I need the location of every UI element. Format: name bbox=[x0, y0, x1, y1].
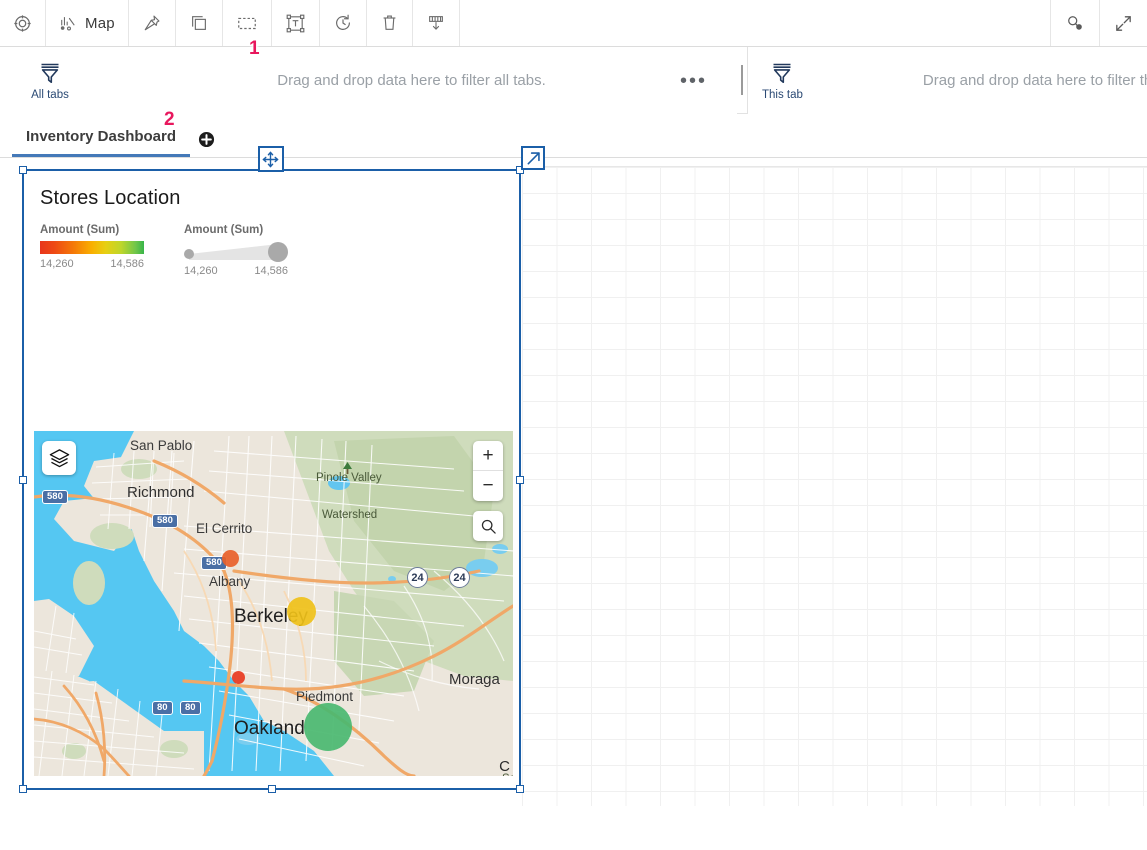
resize-handle-top-left[interactable] bbox=[19, 166, 27, 174]
legend-color-ticks: 14,260 14,586 bbox=[40, 258, 144, 270]
legend-color-min: 14,260 bbox=[40, 258, 74, 270]
dashboard-tab-bar: Inventory Dashboard bbox=[0, 114, 1147, 158]
legend-color-amount[interactable]: Amount (Sum) 14,260 14,586 bbox=[40, 224, 166, 277]
arrow-out-icon bbox=[526, 151, 541, 166]
store-marker-el-cerrito[interactable] bbox=[222, 550, 239, 567]
filter-shelf: All tabs Drag and drop data here to filt… bbox=[0, 47, 1147, 114]
map-layers-button[interactable] bbox=[42, 441, 76, 475]
divider-grip-icon bbox=[741, 65, 743, 95]
this-tab-filter-button[interactable]: This tab bbox=[762, 60, 803, 101]
all-tabs-drop-text: Drag and drop data here to filter all ta… bbox=[277, 72, 546, 89]
store-marker-emeryville[interactable] bbox=[232, 671, 245, 684]
filter-shelf-divider[interactable] bbox=[737, 47, 747, 113]
filter-zone-all-tabs[interactable]: All tabs Drag and drop data here to filt… bbox=[0, 47, 737, 114]
legend-color-ramp bbox=[40, 241, 144, 254]
highway-shield: 80 bbox=[180, 701, 201, 715]
dashboard-canvas[interactable]: Stores Location Amount (Sum) 14,260 14,5… bbox=[0, 146, 1147, 850]
chart-sparkline-icon bbox=[59, 14, 79, 33]
logo-button[interactable] bbox=[0, 0, 46, 46]
size-ramp-max-dot bbox=[268, 242, 288, 262]
plus-circle-icon bbox=[198, 131, 215, 148]
delete-button[interactable] bbox=[367, 0, 413, 46]
add-tab-button[interactable] bbox=[198, 131, 215, 148]
all-tabs-more-button[interactable]: ••• bbox=[680, 71, 707, 91]
map-zoom-out-button[interactable]: − bbox=[473, 471, 503, 501]
all-tabs-filter-label: All tabs bbox=[31, 89, 69, 101]
highway-shield-state: 24 bbox=[407, 567, 428, 588]
this-tab-filter-label: This tab bbox=[762, 89, 803, 101]
toolbar-right-group bbox=[1050, 0, 1147, 46]
map-viewport[interactable]: San Pablo Richmond El Cerrito Albany Ber… bbox=[34, 431, 513, 776]
map-card-content: Stores Location Amount (Sum) 14,260 14,5… bbox=[24, 171, 519, 788]
highway-shield-state: 24 bbox=[449, 567, 470, 588]
map-search-button[interactable] bbox=[473, 511, 503, 541]
highway-shield: 580 bbox=[42, 490, 68, 504]
map-zoom-controls: + − bbox=[473, 441, 503, 501]
filter-funnel-icon bbox=[769, 60, 795, 86]
worksheet-type-label: Map bbox=[85, 14, 115, 32]
pin-icon bbox=[142, 13, 162, 33]
fullscreen-button[interactable] bbox=[1099, 0, 1147, 46]
duplicate-icon bbox=[189, 13, 209, 33]
legend-size-caption: Amount (Sum) bbox=[184, 224, 264, 236]
legend-size-min: 14,260 bbox=[184, 265, 218, 277]
duplicate-button[interactable] bbox=[176, 0, 223, 46]
store-marker-oakland[interactable] bbox=[304, 703, 352, 751]
resize-handle-bottom-left[interactable] bbox=[19, 785, 27, 793]
revert-button[interactable] bbox=[320, 0, 367, 46]
all-tabs-filter-button[interactable]: All tabs bbox=[14, 60, 86, 101]
revert-clock-icon bbox=[333, 13, 353, 33]
download-tray-icon bbox=[426, 13, 446, 33]
go-to-sheet-handle[interactable] bbox=[521, 146, 545, 170]
legend-color-caption: Amount (Sum) bbox=[40, 224, 120, 236]
dashed-rectangle-icon bbox=[236, 13, 258, 33]
resize-handle-middle-right[interactable] bbox=[516, 475, 524, 484]
text-box-icon bbox=[285, 13, 306, 34]
highway-shield: 580 bbox=[152, 514, 178, 528]
legend-size-ticks: 14,260 14,586 bbox=[184, 265, 288, 277]
highway-shield: 80 bbox=[152, 701, 173, 715]
pin-button[interactable] bbox=[129, 0, 176, 46]
resize-handle-middle-left[interactable] bbox=[19, 475, 27, 484]
magnifier-dot-icon bbox=[1064, 13, 1086, 33]
text-object-button[interactable] bbox=[272, 0, 320, 46]
canvas-grid bbox=[522, 166, 1147, 806]
map-base-tiles bbox=[34, 431, 513, 776]
map-zoom-in-button[interactable]: + bbox=[473, 441, 503, 471]
resize-handle-bottom-right[interactable] bbox=[516, 785, 524, 793]
legend-size-ramp[interactable] bbox=[184, 241, 288, 262]
map-card-title: Stores Location bbox=[40, 187, 181, 209]
resize-handle-bottom-center[interactable] bbox=[267, 785, 276, 793]
expand-diagonal-icon bbox=[1113, 13, 1134, 34]
store-marker-berkeley[interactable] bbox=[287, 597, 316, 626]
size-ramp-min-dot bbox=[184, 249, 194, 259]
trash-icon bbox=[380, 13, 399, 33]
tab-inventory-dashboard[interactable]: Inventory Dashboard bbox=[12, 128, 191, 157]
legend-color-max: 14,586 bbox=[110, 258, 144, 270]
map-legends: Amount (Sum) 14,260 14,586 Amount (Sum) bbox=[40, 224, 507, 277]
select-region-button[interactable] bbox=[223, 0, 272, 46]
top-toolbar: Map bbox=[0, 0, 1147, 47]
worksheet-type-button[interactable]: Map bbox=[46, 0, 129, 46]
search-icon bbox=[480, 518, 497, 535]
legend-size-amount[interactable]: Amount (Sum) 14,260 14,586 bbox=[184, 224, 310, 277]
filter-funnel-icon bbox=[37, 60, 63, 86]
filter-zone-this-tab[interactable]: This tab Drag and drop data here to filt… bbox=[747, 47, 1147, 114]
tree-icon bbox=[341, 461, 354, 477]
map-attribution: C bbox=[499, 758, 510, 775]
zoom-search-button[interactable] bbox=[1050, 0, 1099, 46]
move-object-handle[interactable] bbox=[257, 146, 284, 172]
this-tab-drop-text: Drag and drop data here to filter this t… bbox=[922, 72, 1147, 89]
legend-size-max: 14,586 bbox=[254, 265, 288, 277]
dashboard-object-stores-location[interactable]: Stores Location Amount (Sum) 14,260 14,5… bbox=[19, 146, 545, 793]
download-button[interactable] bbox=[413, 0, 460, 46]
move-cross-icon bbox=[262, 151, 279, 168]
tableau-logo-icon bbox=[13, 14, 32, 33]
layers-icon bbox=[48, 447, 71, 470]
